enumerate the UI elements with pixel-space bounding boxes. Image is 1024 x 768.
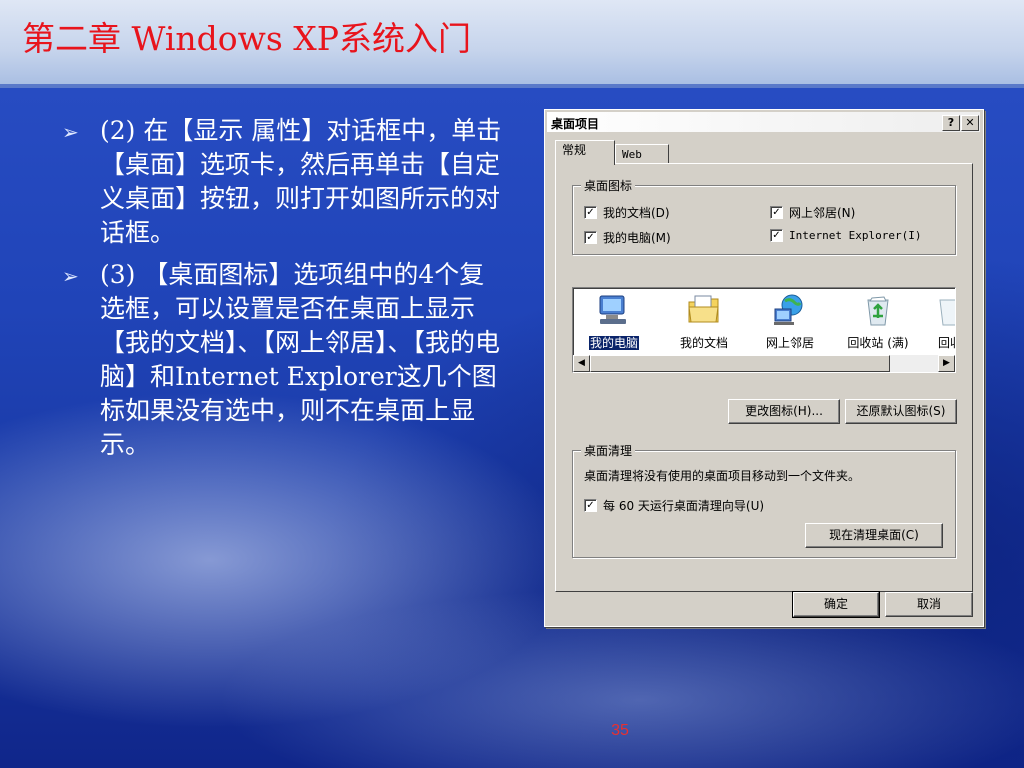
bullet-text: (2) 在【显示 属性】对话框中，单击【桌面】选项卡，然后再单击【自定义桌面】按…: [100, 116, 502, 247]
scroll-right-icon[interactable]: ▶: [938, 355, 955, 372]
dialog-title: 桌面项目: [551, 117, 600, 131]
network-places-icon: [774, 294, 803, 325]
arrow-bullet-icon: ➢: [62, 264, 79, 288]
desktop-icons-group-label: 桌面图标: [581, 177, 636, 194]
title-divider: [0, 84, 1024, 88]
checkmark-icon: ✓: [584, 231, 597, 244]
network-places-checkbox[interactable]: ✓ 网上邻居(N): [770, 204, 855, 221]
checkbox-label: 每 60 天运行桌面清理向导(U): [603, 499, 765, 513]
checkbox-label: 网上邻居(N): [789, 206, 856, 220]
scroll-left-icon[interactable]: ◀: [573, 355, 590, 372]
dialog-title-bar[interactable]: 桌面项目 ? ✕: [547, 112, 980, 132]
internet-explorer-checkbox[interactable]: ✓ Internet Explorer(I): [770, 229, 921, 242]
recycle-bin-full-icon: [867, 296, 889, 326]
tab-web[interactable]: Web: [615, 144, 669, 164]
icon-item-recycle-bin-empty[interactable]: 回收: [911, 292, 955, 351]
icon-label: 我的文档: [679, 336, 728, 350]
recycle-bin-empty-icon: [939, 299, 955, 326]
cancel-button[interactable]: 取消: [885, 592, 973, 617]
checkbox-label: 我的电脑(M): [603, 231, 671, 245]
arrow-bullet-icon: ➢: [62, 120, 79, 144]
my-documents-icon: [688, 295, 719, 323]
my-computer-icon: [599, 295, 626, 324]
icon-label: 回收站 (满): [847, 336, 909, 350]
desktop-icons-group: 桌面图标 ✓ 我的文档(D) ✓ 网上邻居(N) ✓ 我的电脑(M) ✓ Int…: [572, 177, 956, 255]
clean-desktop-now-button[interactable]: 现在清理桌面(C): [805, 523, 943, 548]
checkmark-icon: ✓: [584, 499, 597, 512]
checkbox-label: Internet Explorer(I): [789, 229, 922, 242]
tab-general[interactable]: 常规: [555, 140, 615, 165]
icon-label: 回收: [937, 336, 955, 350]
restore-default-icon-button[interactable]: 还原默认图标(S): [845, 399, 957, 424]
cleanup-group-label: 桌面清理: [581, 442, 636, 459]
close-button[interactable]: ✕: [961, 115, 979, 131]
bullet-item: ➢ (3) 【桌面图标】选项组中的4个复选框，可以设置是否在桌面上显示【我的文档…: [62, 258, 502, 462]
desktop-items-dialog: 桌面项目 ? ✕ 常规 Web 桌面图标 ✓ 我的文档(D) ✓ 网上邻居(N)…: [544, 109, 984, 627]
my-computer-checkbox[interactable]: ✓ 我的电脑(M): [584, 229, 671, 246]
icon-label: 网上邻居: [765, 336, 814, 350]
icon-label: 我的电脑: [587, 335, 641, 351]
desktop-cleanup-group: 桌面清理 桌面清理将没有使用的桌面项目移动到一个文件夹。 ✓ 每 60 天运行桌…: [572, 442, 956, 558]
scroll-thumb[interactable]: [590, 355, 890, 372]
help-button[interactable]: ?: [942, 115, 960, 131]
title-bar: 第二章 Windows XP系统入门: [0, 0, 1024, 84]
tab-web-label: Web: [622, 148, 642, 161]
icon-item-network-places[interactable]: 网上邻居: [751, 292, 829, 351]
slide-title: 第二章 Windows XP系统入门: [22, 19, 471, 58]
checkmark-icon: ✓: [770, 206, 783, 219]
cleanup-every-60-days-checkbox[interactable]: ✓ 每 60 天运行桌面清理向导(U): [584, 497, 764, 514]
desktop-icon-list[interactable]: 我的电脑 我的文档 网上邻居 回收站 (满) 回 ◀ ▶: [572, 287, 956, 373]
checkmark-icon: ✓: [770, 229, 783, 242]
page-number: 35: [611, 722, 629, 739]
bullet-text: (3) 【桌面图标】选项组中的4个复选框，可以设置是否在桌面上显示【我的文档】、…: [100, 260, 501, 459]
checkbox-label: 我的文档(D): [603, 206, 670, 220]
icon-item-my-documents[interactable]: 我的文档: [665, 292, 743, 351]
bullet-list: ➢ (2) 在【显示 属性】对话框中，单击【桌面】选项卡，然后再单击【自定义桌面…: [62, 114, 502, 470]
change-icon-button[interactable]: 更改图标(H)...: [728, 399, 840, 424]
checkmark-icon: ✓: [584, 206, 597, 219]
ok-button[interactable]: 确定: [792, 591, 880, 618]
icon-list-scrollbar[interactable]: ◀ ▶: [573, 355, 955, 372]
icon-item-recycle-bin-full[interactable]: 回收站 (满): [839, 292, 917, 351]
cleanup-description: 桌面清理将没有使用的桌面项目移动到一个文件夹。: [584, 469, 861, 483]
bullet-item: ➢ (2) 在【显示 属性】对话框中，单击【桌面】选项卡，然后再单击【自定义桌面…: [62, 114, 502, 250]
my-documents-checkbox[interactable]: ✓ 我的文档(D): [584, 204, 670, 221]
slide-background: 第二章 Windows XP系统入门 ➢ (2) 在【显示 属性】对话框中，单击…: [0, 0, 1024, 768]
icon-item-my-computer[interactable]: 我的电脑: [575, 292, 653, 351]
